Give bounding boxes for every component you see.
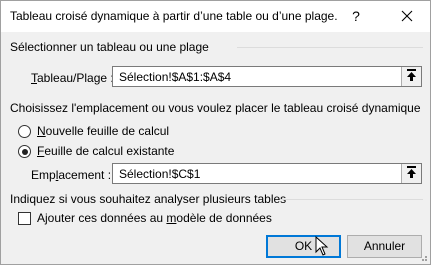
data-model-checkbox[interactable]: [18, 212, 31, 225]
mouse-pointer-icon: [315, 236, 329, 256]
location-input[interactable]: Sélection!$C$1: [112, 163, 422, 184]
data-model-accesskey: m: [166, 211, 177, 225]
close-button[interactable]: [394, 5, 420, 27]
table-range-input[interactable]: Sélection!$A$1:$A$4: [112, 66, 422, 87]
new-sheet-label[interactable]: Nouvelle feuille de calcul: [37, 124, 169, 138]
location-collapse-button[interactable]: [401, 164, 421, 183]
data-model-label[interactable]: Ajouter ces données au modèle de données: [37, 211, 272, 225]
close-icon: [401, 10, 413, 22]
location-label-pre: Emp: [31, 168, 56, 182]
collapse-dialog-icon: [407, 69, 416, 81]
data-model-label-pre: Ajouter ces données au: [37, 211, 167, 225]
collapse-dialog-icon: [407, 166, 416, 178]
dialog-title: Tableau croisé dynamique à partir d’une …: [10, 9, 338, 23]
existing-sheet-label-text: euille de calcul existante: [44, 144, 175, 158]
location-label-text: acement :: [58, 168, 112, 182]
placement-section-heading: Choisissez l'emplacement ou vous voulez …: [10, 101, 421, 115]
source-section-heading: Sélectionner un tableau ou une plage: [10, 40, 209, 54]
new-sheet-accesskey: N: [37, 124, 46, 138]
cancel-button[interactable]: Annuler: [347, 235, 422, 258]
existing-sheet-radio[interactable]: [18, 145, 31, 158]
resize-grip-icon[interactable]: [418, 252, 428, 262]
table-range-label: Tableau/Plage :: [31, 71, 114, 85]
table-range-value: Sélection!$A$1:$A$4: [119, 70, 232, 84]
table-range-label-text: ableau/Plage :: [37, 71, 114, 85]
data-model-label-text: odèle de données: [176, 211, 272, 225]
new-sheet-radio[interactable]: [18, 125, 31, 138]
source-section-divider: [237, 47, 423, 48]
multi-table-section-heading: Indiquez si vous souhaitez analyser plus…: [10, 192, 287, 206]
location-label: Emplacement :: [31, 168, 111, 182]
location-value: Sélection!$C$1: [119, 167, 201, 181]
existing-sheet-label[interactable]: Feuille de calcul existante: [37, 144, 174, 158]
title-bar: Tableau croisé dynamique à partir d’une …: [1, 1, 430, 32]
multi-table-section-divider: [280, 199, 423, 200]
new-sheet-label-text: ouvelle feuille de calcul: [45, 124, 170, 138]
ok-button[interactable]: OK: [266, 235, 341, 258]
radio-selected-dot: [21, 148, 28, 155]
pivot-table-dialog: Tableau croisé dynamique à partir d’une …: [0, 0, 431, 265]
help-button[interactable]: ?: [344, 5, 368, 27]
table-range-collapse-button[interactable]: [401, 67, 421, 86]
